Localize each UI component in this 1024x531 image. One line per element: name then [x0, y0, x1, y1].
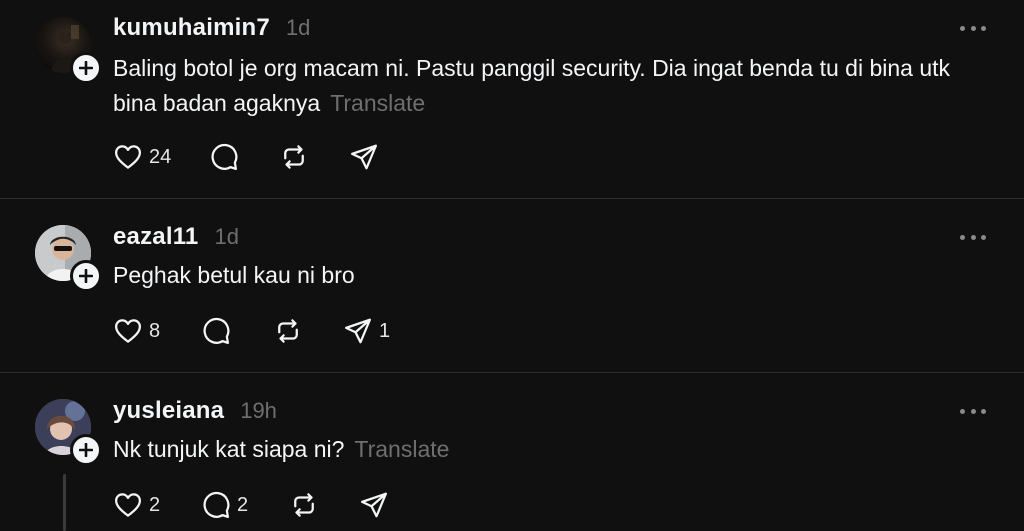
- action-bar: 8 1: [113, 316, 413, 346]
- post-header: eazal11 1d: [113, 223, 239, 251]
- timestamp[interactable]: 1d: [286, 15, 310, 41]
- post-text: Nk tunjuk kat siapa ni? Translate: [113, 432, 993, 467]
- repost-button[interactable]: [289, 490, 359, 520]
- comment-count: 2: [237, 493, 249, 516]
- comment-icon: [211, 143, 238, 170]
- more-icon[interactable]: [960, 401, 986, 421]
- post-body: Baling botol je org macam ni. Pastu pang…: [113, 55, 951, 116]
- replies-feed: kumuhaimin7 1d Baling botol je org macam…: [0, 0, 1024, 531]
- share-button[interactable]: 1: [343, 316, 413, 346]
- action-bar: 2 2: [113, 490, 429, 520]
- post-text: Peghak betul kau ni bro: [113, 258, 993, 293]
- more-icon[interactable]: [960, 18, 986, 38]
- divider: [0, 372, 1024, 373]
- translate-link[interactable]: Translate: [330, 90, 425, 116]
- follow-plus-icon[interactable]: [70, 260, 102, 292]
- like-count: 8: [149, 319, 161, 342]
- post-header: yusleiana 19h: [113, 397, 277, 425]
- avatar-wrap[interactable]: [35, 399, 102, 466]
- translate-link[interactable]: Translate: [354, 436, 449, 462]
- avatar-wrap[interactable]: [35, 17, 102, 84]
- heart-icon: [115, 145, 141, 169]
- follow-plus-icon[interactable]: [70, 434, 102, 466]
- post-body: Peghak betul kau ni bro: [113, 262, 355, 288]
- post-body: Nk tunjuk kat siapa ni?: [113, 436, 345, 462]
- heart-icon: [115, 493, 141, 517]
- username[interactable]: kumuhaimin7: [113, 14, 270, 42]
- thread-line: [63, 474, 66, 531]
- comment-button[interactable]: [201, 316, 273, 346]
- repost-icon: [284, 145, 304, 169]
- share-icon: [351, 144, 377, 170]
- timestamp[interactable]: 1d: [214, 224, 238, 250]
- share-count: 1: [379, 319, 391, 342]
- more-icon[interactable]: [960, 227, 986, 247]
- repost-button[interactable]: [273, 316, 343, 346]
- follow-plus-icon[interactable]: [70, 52, 102, 84]
- repost-button[interactable]: [279, 142, 349, 172]
- comment-button[interactable]: 2: [201, 490, 289, 520]
- share-button[interactable]: [349, 142, 419, 172]
- username[interactable]: eazal11: [113, 223, 198, 251]
- like-count: 2: [149, 493, 161, 516]
- avatar-wrap[interactable]: [35, 225, 102, 292]
- username[interactable]: yusleiana: [113, 397, 224, 425]
- comment-button[interactable]: [209, 142, 279, 172]
- action-bar: 24: [113, 142, 419, 172]
- post-text: Baling botol je org macam ni. Pastu pang…: [113, 51, 993, 121]
- comment-icon: [203, 491, 230, 518]
- timestamp[interactable]: 19h: [240, 398, 277, 424]
- like-button[interactable]: 8: [113, 316, 201, 346]
- repost-icon: [294, 493, 314, 517]
- like-button[interactable]: 24: [113, 142, 209, 172]
- comment-icon: [203, 317, 230, 344]
- heart-icon: [115, 319, 141, 343]
- share-icon: [345, 318, 371, 344]
- divider: [0, 198, 1024, 199]
- repost-icon: [278, 319, 298, 343]
- share-button[interactable]: [359, 490, 429, 520]
- post-header: kumuhaimin7 1d: [113, 14, 310, 42]
- like-count: 24: [149, 145, 172, 168]
- share-icon: [361, 492, 387, 518]
- like-button[interactable]: 2: [113, 490, 201, 520]
